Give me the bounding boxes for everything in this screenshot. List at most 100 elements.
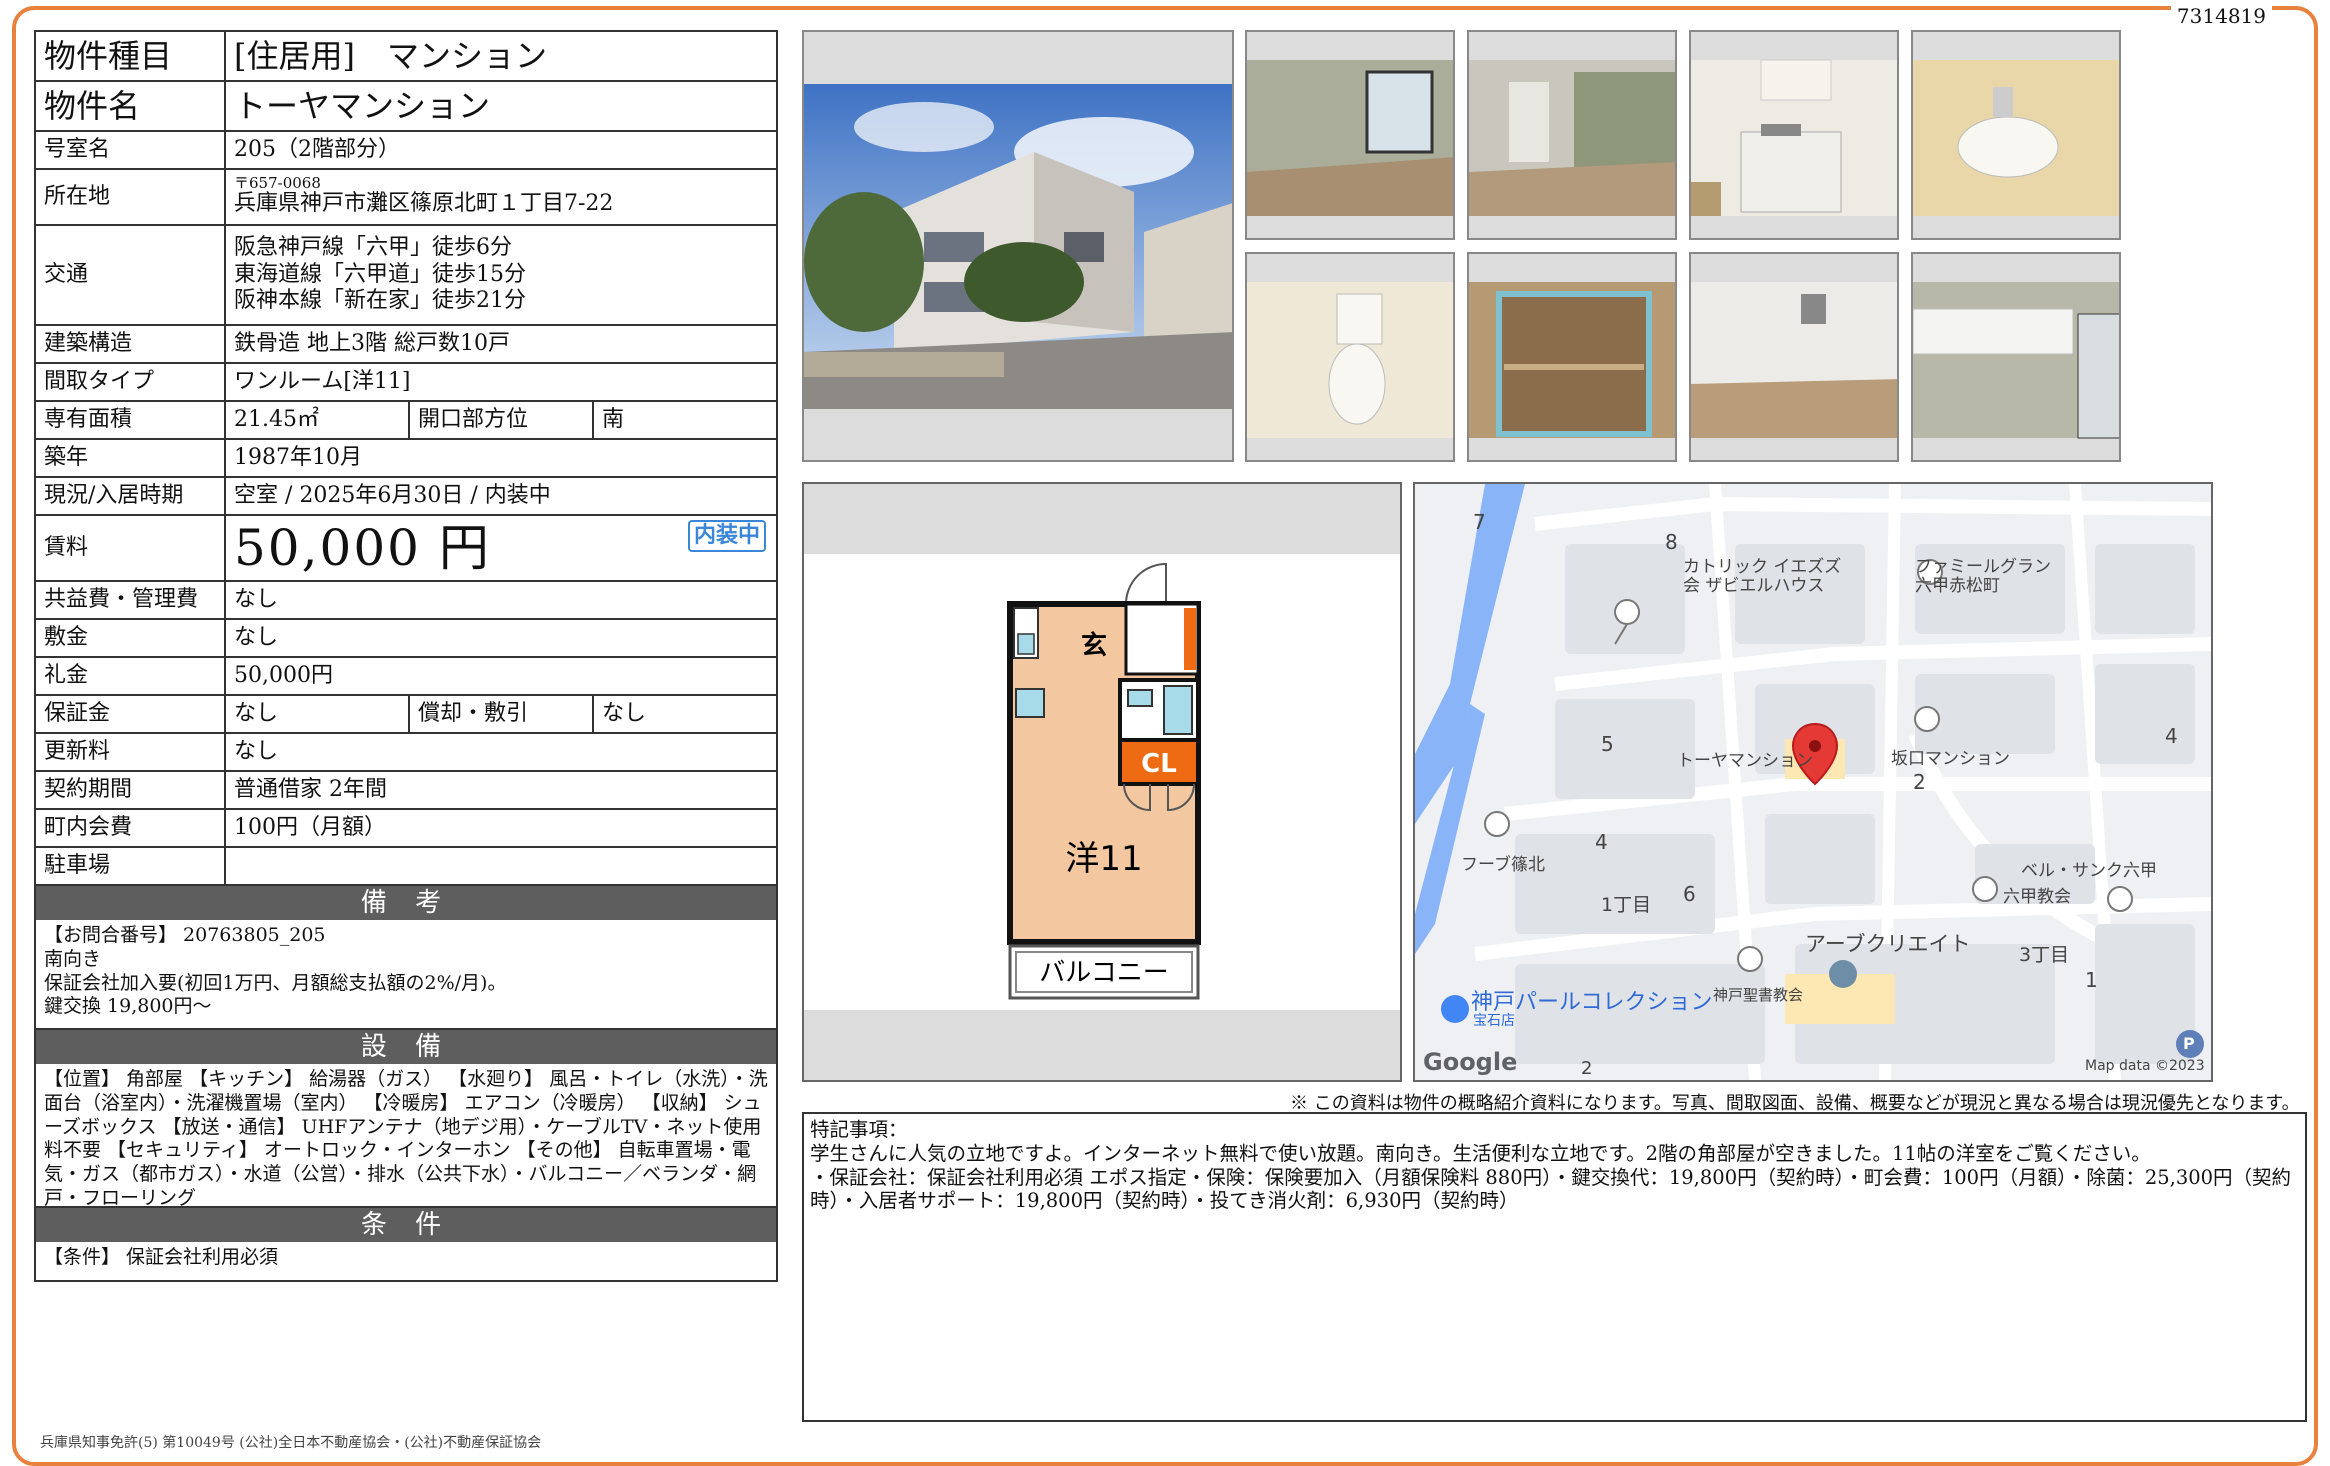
remarks-heading: 特記事項： <box>810 1118 908 1141</box>
room-interior-image <box>1469 32 1675 238</box>
amortization-label: 償却・敷引 <box>408 694 594 734</box>
air-conditioner-image <box>1913 254 2119 460</box>
joken-text: 【条件】 保証会社利用必須 <box>34 1242 778 1282</box>
common-fee-value: なし <box>224 580 778 620</box>
common-fee-label: 共益費・管理費 <box>34 580 226 620</box>
address-value: 兵庫県神戸市灘区篠原北町１丁目7-22 <box>234 191 614 217</box>
toilet-image <box>1247 254 1453 460</box>
layout-value: ワンルーム[洋11] <box>224 362 778 402</box>
address-label: 所在地 <box>34 168 226 226</box>
kitchen-photo <box>1689 30 1899 240</box>
biko-heading: 備 考 <box>34 886 778 920</box>
map-label-bell: ベル・サンク六甲 <box>2021 861 2157 881</box>
property-table: 物件種目 [住居用] マンション 物件名 トーヤマンション 号室名 205（2階部分）… <box>34 30 778 886</box>
direction-value: 南 <box>592 400 778 440</box>
structure-label: 建築構造 <box>34 324 226 364</box>
map-label-bible-church: 神戸聖書教会 <box>1713 986 1804 1004</box>
map-label: 2 <box>1913 770 1926 794</box>
room-photo-2 <box>1467 30 1677 240</box>
map-label-1chome: 1丁目 <box>1601 894 1652 916</box>
rent-cell: 50,000 円 内装中 <box>224 514 778 582</box>
biko-line: 【お問合番号】 20763805_205 <box>44 924 326 946</box>
biko-line: 保証会社加入要(初回1万円、月額総支払額の2%/月)。 <box>44 971 507 994</box>
renewal-value: なし <box>224 732 778 772</box>
map-label: 4 <box>1595 830 1608 854</box>
document-id: 7314819 <box>2170 4 2272 28</box>
google-logo: Google <box>1423 1048 1518 1076</box>
map-label: 6 <box>1683 882 1696 906</box>
type-label: 物件種目 <box>34 30 226 82</box>
map-label: 5 <box>1601 732 1614 756</box>
license-footer: 兵庫県知事免許(5) 第10049号 (公社)全日本不動産協会・(公社)不動産保… <box>40 1435 542 1451</box>
access-line: 東海道線「六甲道」徒歩15分 <box>234 261 526 287</box>
access-cell: 阪急神戸線「六甲」徒歩6分 東海道線「六甲道」徒歩15分 阪神本線「新在家」徒歩… <box>224 224 778 326</box>
map-label: 1 <box>2085 968 2098 992</box>
map-label: 7 <box>1473 510 1486 534</box>
building-exterior-image <box>804 32 1232 460</box>
setsubi-heading: 設 備 <box>34 1030 778 1064</box>
map-label-rokko-church: 六甲教会 <box>2003 887 2071 907</box>
status-value: 空室 / 2025年6月30日 / 内装中 <box>224 476 778 516</box>
name-value: トーヤマンション <box>224 80 778 132</box>
map-label-sakaguchi: 坂口マンション <box>1891 749 2010 769</box>
direction-label: 開口部方位 <box>408 400 594 440</box>
parking-icon: P <box>2183 1034 2195 1053</box>
map-label-hoop: フーブ篠北 <box>1461 855 1545 875</box>
name-label: 物件名 <box>34 80 226 132</box>
rent-label: 賃料 <box>34 514 226 582</box>
parking-value <box>224 846 778 886</box>
entrance-image <box>1691 254 1897 460</box>
structure-value: 鉄骨造 地上3階 総戸数10戸 <box>224 324 778 364</box>
map-label-famille: ファミールグラン 六甲赤松町 <box>1915 557 2051 596</box>
postal-code: 〒657-0068 <box>234 174 321 193</box>
deposit-label: 敷金 <box>34 618 226 658</box>
layout-label: 間取タイプ <box>34 362 226 402</box>
built-value: 1987年10月 <box>224 438 778 478</box>
setsubi-text: 【位置】 角部屋 【キッチン】 給湯器（ガス） 【水廻り】 風呂・トイレ（水洗）… <box>34 1064 778 1209</box>
amortization-value: なし <box>592 694 778 734</box>
location-map: 7 8 カトリック イエズズ 会 ザビエルハウス ファミールグラン 六甲赤松町 … <box>1413 482 2213 1082</box>
balcony-label: バルコニー <box>1039 958 1168 988</box>
toilet-photo <box>1245 252 1455 462</box>
closet-label: CL <box>1141 749 1177 779</box>
area-label: 専有面積 <box>34 400 226 440</box>
map-label: 2 <box>1581 1058 1593 1079</box>
address-cell: 〒657-0068 兵庫県神戸市灘区篠原北町１丁目7-22 <box>224 168 778 226</box>
storage-photo <box>1467 252 1677 462</box>
key-money-label: 礼金 <box>34 656 226 696</box>
sink-image <box>1913 32 2119 238</box>
map-label-3chome: 3丁目 <box>2019 944 2070 966</box>
room-label: 洋11 <box>1065 839 1142 879</box>
exterior-photo <box>802 30 1234 462</box>
key-money-value: 50,000円 <box>224 656 778 696</box>
area-value: 21.45㎡ <box>224 400 410 440</box>
deposit-value: なし <box>224 618 778 658</box>
room-label: 号室名 <box>34 130 226 170</box>
parking-label: 駐車場 <box>34 846 226 886</box>
closet-image <box>1469 254 1675 460</box>
entrance-photo <box>1689 252 1899 462</box>
remarks-line: ・保証会社：保証会社利用必須 エポス指定・保険：保険要加入（月額保険料 880円… <box>810 1165 2292 1213</box>
joken-heading: 条 件 <box>34 1208 778 1242</box>
room-window-image <box>1247 32 1453 238</box>
map-label-apcreate: アーブクリエイト <box>1805 932 1971 956</box>
aircon-photo <box>1911 252 2121 462</box>
map-attribution: Map data ©2023 <box>2085 1058 2205 1074</box>
map-label-pearl-sub: 宝石店 <box>1473 1013 1515 1029</box>
access-label: 交通 <box>34 224 226 326</box>
floor-plan-drawing: 玄 CL 洋11 バルコニー <box>804 554 1400 1010</box>
room-value: 205（2階部分） <box>224 130 778 170</box>
biko-line: 南向き <box>44 947 102 970</box>
type-value: [住居用] マンション <box>224 30 778 82</box>
special-remarks: 特記事項： 学生さんに人気の立地ですよ。インターネット無料で使い放題。南向き。生… <box>802 1112 2307 1422</box>
remarks-line: 学生さんに人気の立地ですよ。インターネット無料で使い放題。南向き。生活便利な立地… <box>810 1141 2151 1165</box>
town-fee-value: 100円（月額） <box>224 808 778 848</box>
town-fee-label: 町内会費 <box>34 808 226 848</box>
contract-value: 普通借家 2年間 <box>224 770 778 810</box>
guarantee-value: なし <box>224 694 410 734</box>
room-photo-1 <box>1245 30 1455 240</box>
entrance-label: 玄 <box>1081 630 1107 661</box>
floor-plan: 玄 CL 洋11 バルコニー <box>802 482 1402 1082</box>
status-label: 現況/入居時期 <box>34 476 226 516</box>
biko-notes: 【お問合番号】 20763805_205 南向き 保証会社加入要(初回1万円、月… <box>34 920 778 1030</box>
